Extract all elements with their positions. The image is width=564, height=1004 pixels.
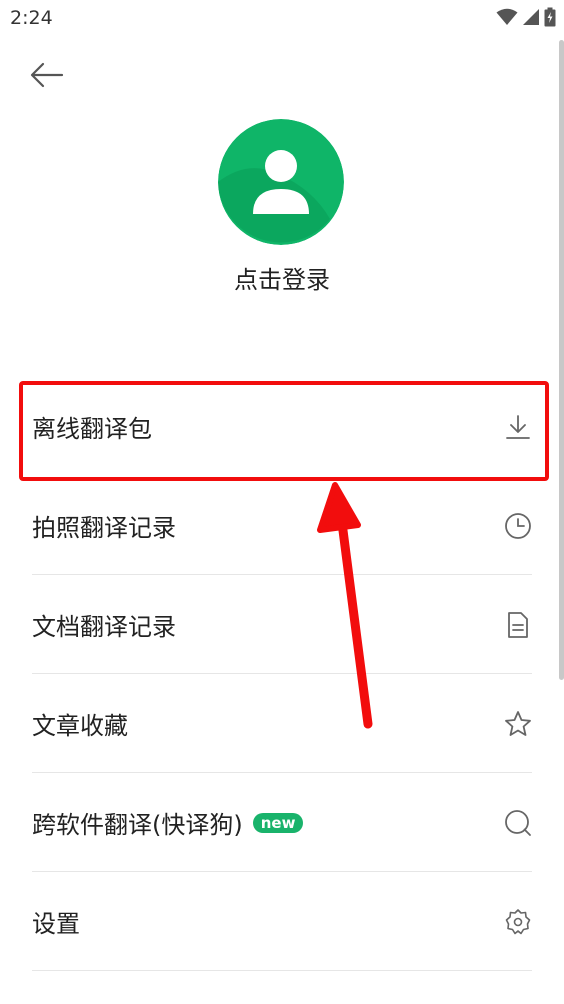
arrow-left-icon: [30, 62, 64, 92]
status-time: 2:24: [10, 7, 53, 29]
new-badge: new: [252, 812, 304, 833]
menu-item-label: 离线翻译包: [32, 415, 152, 443]
scrollbar[interactable]: [559, 40, 564, 680]
back-button[interactable]: [26, 58, 68, 96]
menu-item-favorites[interactable]: 文章收藏: [0, 674, 564, 773]
user-avatar-icon: [218, 119, 344, 245]
menu-item-label: 跨软件翻译(快译狗) new: [32, 773, 304, 872]
divider: [32, 970, 532, 971]
cellular-signal-icon: [522, 8, 540, 30]
annotation-arrow: [300, 470, 400, 740]
battery-charging-icon: [544, 7, 556, 31]
menu-item-document-history[interactable]: 文档翻译记录: [0, 575, 564, 674]
avatar[interactable]: [218, 119, 344, 245]
wifi-icon: [496, 8, 518, 30]
menu-item-cross-app-translate[interactable]: 跨软件翻译(快译狗) new: [0, 773, 564, 872]
document-icon: [504, 611, 532, 639]
clock-icon: [504, 512, 532, 540]
menu-item-settings[interactable]: 设置: [0, 872, 564, 971]
menu-item-label: 设置: [32, 910, 80, 938]
menu-item-photo-history[interactable]: 拍照翻译记录: [0, 476, 564, 575]
status-bar: 2:24: [0, 0, 564, 38]
search-bubble-icon: [504, 809, 532, 837]
menu-item-label: 文档翻译记录: [32, 613, 176, 641]
login-link[interactable]: 点击登录: [0, 260, 564, 295]
status-icons: [496, 7, 556, 31]
menu-item-offline-package[interactable]: 离线翻译包: [0, 377, 564, 476]
download-icon: [504, 413, 532, 441]
menu-item-label: 拍照翻译记录: [32, 514, 176, 542]
gear-icon: [504, 908, 532, 936]
star-icon: [504, 710, 532, 738]
menu-list: 离线翻译包 拍照翻译记录 文档翻译记录 文章收藏 跨软件翻译(快译狗) new …: [0, 377, 564, 971]
menu-item-label: 文章收藏: [32, 712, 128, 740]
menu-item-label-text: 跨软件翻译(快译狗): [32, 811, 243, 839]
